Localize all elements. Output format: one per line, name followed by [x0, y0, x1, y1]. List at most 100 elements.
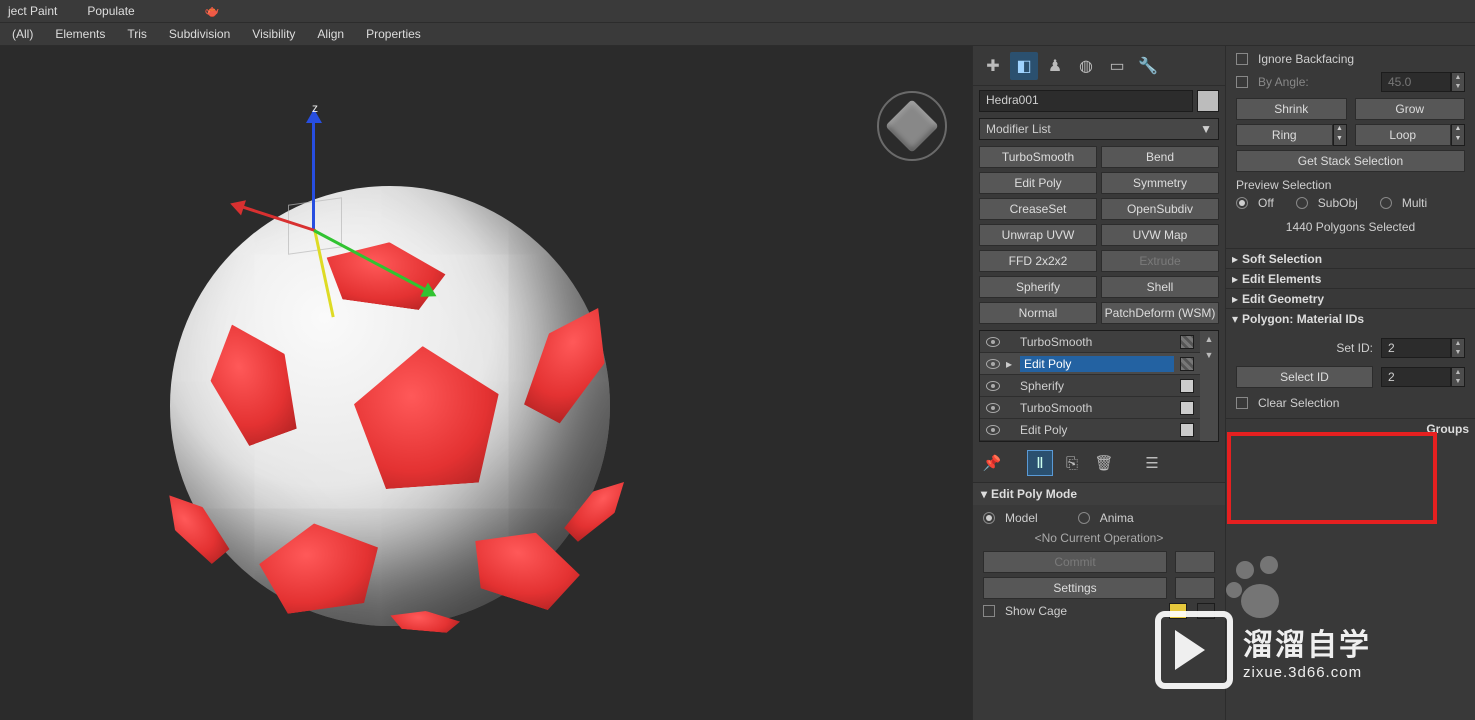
mod-btn[interactable]: Extrude	[1101, 250, 1219, 272]
paw-watermark	[1226, 556, 1301, 626]
mod-btn[interactable]: CreaseSet	[979, 198, 1097, 220]
mod-btn[interactable]: Edit Poly	[979, 172, 1097, 194]
move-gizmo[interactable]	[260, 111, 420, 311]
by-angle-checkbox[interactable]	[1236, 76, 1248, 88]
stack-row[interactable]: TurboSmooth	[980, 331, 1200, 353]
settings-button[interactable]: Settings	[983, 577, 1167, 599]
preview-selection-label: Preview Selection	[1236, 178, 1465, 192]
show-cage-checkbox[interactable]	[983, 605, 995, 617]
stack-row[interactable]: TurboSmooth	[980, 397, 1200, 419]
settings2-button[interactable]	[1175, 577, 1215, 599]
mod-btn[interactable]: Shell	[1101, 276, 1219, 298]
eye-icon[interactable]	[986, 381, 1000, 391]
eye-icon[interactable]	[986, 359, 1000, 369]
preview-off-radio[interactable]	[1236, 197, 1248, 209]
utilities-tab-icon[interactable]: 🔧	[1134, 52, 1162, 80]
edit-geometry-rollup[interactable]: ▸ Edit Geometry	[1226, 288, 1475, 308]
mod-btn[interactable]: OpenSubdiv	[1101, 198, 1219, 220]
show-end-result-icon[interactable]: Ⅱ	[1027, 450, 1053, 476]
stack-toggle-icon[interactable]	[1180, 379, 1194, 393]
stack-scrollbar[interactable]: ▲▼	[1200, 331, 1218, 441]
pin-stack-icon[interactable]: 📌	[979, 450, 1005, 476]
angle-spinner[interactable]: 45.0	[1381, 72, 1451, 92]
tab-tris[interactable]: Tris	[117, 24, 157, 44]
mod-btn[interactable]: FFD 2x2x2	[979, 250, 1097, 272]
edit-poly-mode-rollup[interactable]: ▾ Edit Poly Mode	[973, 483, 1225, 505]
smoothing-groups-rollup[interactable]: Groups	[1226, 418, 1475, 438]
get-stack-selection-button[interactable]: Get Stack Selection	[1236, 150, 1465, 172]
edit-elements-rollup[interactable]: ▸ Edit Elements	[1226, 268, 1475, 288]
animate-radio[interactable]	[1078, 512, 1090, 524]
make-unique-icon[interactable]: ⎘	[1059, 450, 1085, 476]
polygon-count-label: 1440 Polygons Selected	[1236, 220, 1465, 234]
stack-toggle-icon[interactable]	[1180, 335, 1194, 349]
menu-populate[interactable]: Populate	[87, 4, 134, 18]
cancel-button[interactable]	[1175, 551, 1215, 573]
hierarchy-tab-icon[interactable]: ♟	[1041, 52, 1069, 80]
grow-button[interactable]: Grow	[1355, 98, 1466, 120]
stack-row[interactable]: ▸Edit Poly	[980, 353, 1200, 375]
eye-icon[interactable]	[986, 425, 1000, 435]
select-id-spinner[interactable]: 2	[1381, 367, 1451, 387]
menu-object-paint[interactable]: ject Paint	[8, 4, 57, 18]
create-tab-icon[interactable]: ✚	[979, 52, 1007, 80]
stack-toggle-icon[interactable]	[1180, 401, 1194, 415]
loop-button[interactable]: Loop	[1355, 124, 1452, 146]
object-color-swatch[interactable]	[1197, 90, 1219, 112]
modifier-list-dropdown[interactable]: Modifier List▼	[979, 118, 1219, 140]
tab-elements[interactable]: Elements	[45, 24, 115, 44]
set-id-spinner[interactable]: 2	[1381, 338, 1451, 358]
ring-button[interactable]: Ring	[1236, 124, 1333, 146]
cage-color-1[interactable]	[1169, 603, 1187, 619]
stack-tool-row: 📌 Ⅱ ⎘ 🗑 ☰	[973, 444, 1225, 482]
stack-toggle-icon[interactable]	[1180, 357, 1194, 371]
model-radio[interactable]	[983, 512, 995, 524]
rollout-panel: Ignore Backfacing By Angle: 45.0▲▼ Shrin…	[1225, 46, 1475, 720]
mod-btn[interactable]: UVW Map	[1101, 224, 1219, 246]
tab-properties[interactable]: Properties	[356, 24, 431, 44]
tab-all[interactable]: (All)	[2, 24, 43, 44]
tab-align[interactable]: Align	[307, 24, 354, 44]
modify-tab-icon[interactable]: ◧	[1010, 52, 1038, 80]
mod-btn[interactable]: TurboSmooth	[979, 146, 1097, 168]
remove-modifier-icon[interactable]: 🗑	[1091, 450, 1117, 476]
select-id-button[interactable]: Select ID	[1236, 366, 1373, 388]
mod-btn[interactable]: Bend	[1101, 146, 1219, 168]
stack-row[interactable]: Edit Poly	[980, 419, 1200, 441]
preview-multi-radio[interactable]	[1380, 197, 1392, 209]
display-tab-icon[interactable]: ▭	[1103, 52, 1131, 80]
commit-button[interactable]: Commit	[983, 551, 1167, 573]
material-ids-rollup[interactable]: ▾ Polygon: Material IDs	[1226, 308, 1475, 328]
viewport[interactable]: z	[0, 46, 972, 720]
soft-selection-rollup[interactable]: ▸ Soft Selection	[1226, 248, 1475, 268]
object-name-field[interactable]: Hedra001	[979, 90, 1193, 112]
ribbon-bar: (All) Elements Tris Subdivision Visibili…	[0, 22, 1475, 46]
configure-sets-icon[interactable]: ☰	[1139, 450, 1165, 476]
set-id-label: Set ID:	[1336, 341, 1373, 355]
stack-toggle-icon[interactable]	[1180, 423, 1194, 437]
smoothing-groups-grid	[1226, 438, 1475, 446]
modify-panel: ✚ ◧ ♟ ◍ ▭ 🔧 Hedra001 Modifier List▼ Turb…	[972, 46, 1225, 720]
tab-subdivision[interactable]: Subdivision	[159, 24, 240, 44]
mod-btn[interactable]: Symmetry	[1101, 172, 1219, 194]
mod-btn[interactable]: Normal	[979, 302, 1097, 324]
viewcube[interactable]	[877, 91, 947, 161]
modifier-stack[interactable]: TurboSmooth▸Edit Poly Spherify TurboSmoo…	[979, 330, 1219, 442]
eye-icon[interactable]	[986, 403, 1000, 413]
teapot-icon[interactable]: 🫖	[205, 4, 220, 18]
eye-icon[interactable]	[986, 337, 1000, 347]
mod-btn[interactable]: PatchDeform (WSM)	[1101, 302, 1219, 324]
mod-btn[interactable]: Spherify	[979, 276, 1097, 298]
current-operation-text: <No Current Operation>	[983, 531, 1215, 545]
clear-selection-checkbox[interactable]	[1236, 397, 1248, 409]
modifier-buttons: TurboSmoothBendEdit PolySymmetryCreaseSe…	[973, 142, 1225, 328]
motion-tab-icon[interactable]: ◍	[1072, 52, 1100, 80]
shrink-button[interactable]: Shrink	[1236, 98, 1347, 120]
mod-btn[interactable]: Unwrap UVW	[979, 224, 1097, 246]
ignore-backfacing-checkbox[interactable]	[1236, 53, 1248, 65]
cage-color-2[interactable]	[1197, 603, 1215, 619]
stack-row[interactable]: Spherify	[980, 375, 1200, 397]
axis-z-label: z	[312, 101, 318, 115]
tab-visibility[interactable]: Visibility	[242, 24, 305, 44]
preview-subobj-radio[interactable]	[1296, 197, 1308, 209]
